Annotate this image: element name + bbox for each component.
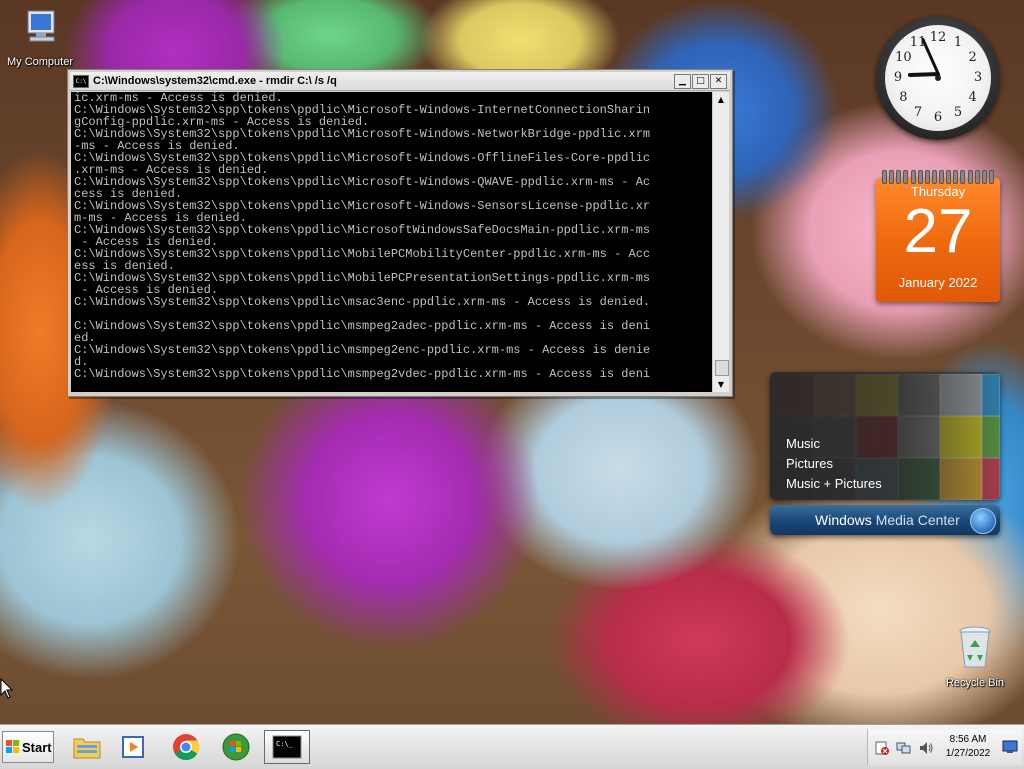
system-tray: 8:56 AM 1/27/2022 xyxy=(867,729,1022,765)
console-line: C:\Windows\System32\spp\tokens\ppdlic\ms… xyxy=(74,367,651,381)
media-menu-music-pictures[interactable]: Music + Pictures xyxy=(786,474,882,494)
clock-number: 5 xyxy=(953,104,963,120)
clock-hour-hand xyxy=(907,72,938,78)
cmd-window[interactable]: C:\ C:\Windows\system32\cmd.exe - rmdir … xyxy=(67,69,733,397)
mouse-cursor-icon xyxy=(0,678,14,699)
windows-logo-icon xyxy=(6,740,20,754)
close-icon: ✕ xyxy=(714,75,723,86)
console-line: C:\Windows\System32\spp\tokens\ppdlic\ms… xyxy=(74,343,651,357)
svg-text:C:\_: C:\_ xyxy=(276,740,294,748)
calendar-day: 27 xyxy=(903,197,973,266)
scroll-thumb[interactable] xyxy=(715,360,729,376)
clock-center xyxy=(935,75,941,81)
close-button[interactable]: ✕ xyxy=(710,73,727,89)
calendar-month-year: January 2022 xyxy=(898,275,978,290)
minimize-button[interactable]: ▁ xyxy=(674,73,691,89)
clock-number: 2 xyxy=(968,50,977,65)
media-center-brand-light: Media Center xyxy=(875,512,960,528)
taskbar-media-player[interactable] xyxy=(116,730,152,764)
network-icon[interactable] xyxy=(896,740,912,756)
clock-number: 7 xyxy=(913,104,923,120)
windows-orb-icon xyxy=(222,733,250,761)
media-menu-music[interactable]: Music xyxy=(786,434,882,454)
clock-number: 10 xyxy=(895,50,912,65)
taskbar-chrome[interactable] xyxy=(168,730,204,764)
clock-gadget[interactable]: 12 1 2 3 4 5 6 7 8 9 10 11 xyxy=(876,16,1000,140)
clock-number: 6 xyxy=(933,110,943,125)
action-center-warning-icon[interactable] xyxy=(874,740,890,756)
taskbar-time: 8:56 AM xyxy=(949,734,987,745)
taskbar-clock[interactable]: 8:56 AM 1/27/2022 xyxy=(942,733,994,761)
maximize-button[interactable]: □ xyxy=(692,73,709,89)
start-button[interactable]: Start xyxy=(2,731,54,763)
clock-number: 8 xyxy=(899,90,908,105)
cmd-app-icon: C:\ xyxy=(73,74,89,88)
media-player-icon xyxy=(122,736,144,758)
my-computer-label: My Computer xyxy=(6,56,74,68)
calendar-page: Thursday 27 January 2022 xyxy=(876,178,1000,302)
chrome-icon xyxy=(173,734,200,761)
console-output[interactable]: ic.xrm-ms - Access is denied. C:\Windows… xyxy=(71,92,713,392)
my-computer-desktop-icon[interactable]: My Computer xyxy=(0,8,80,68)
media-center-brand-bold: Windows xyxy=(815,512,872,528)
media-menu-pictures[interactable]: Pictures xyxy=(786,454,882,474)
media-center-menu: Music Pictures Music + Pictures xyxy=(786,434,882,494)
clock-number: 12 xyxy=(929,30,947,45)
clock-number: 3 xyxy=(973,70,983,85)
start-label: Start xyxy=(22,739,52,755)
calendar-gadget[interactable]: Thursday 27 January 2022 xyxy=(876,170,1000,302)
recycle-bin-icon xyxy=(959,626,991,668)
command-prompt-icon: C:\_ xyxy=(272,735,302,759)
minimize-icon: ▁ xyxy=(679,75,686,86)
scroll-down-arrow-icon[interactable]: ▼ xyxy=(713,377,729,392)
taskbar-cmd[interactable]: C:\_ xyxy=(264,730,310,764)
taskbar-explorer[interactable] xyxy=(69,730,105,764)
console-line: C:\Windows\System32\spp\tokens\ppdlic\ms… xyxy=(74,319,651,333)
maximize-icon: □ xyxy=(696,75,705,86)
show-desktop-icon[interactable] xyxy=(1002,740,1018,754)
clock-face: 12 1 2 3 4 5 6 7 8 9 10 11 xyxy=(885,25,991,131)
media-center-gadget[interactable]: Music Pictures Music + Pictures xyxy=(770,372,1000,500)
volume-icon[interactable] xyxy=(918,740,934,756)
console-line: C:\Windows\System32\spp\tokens\ppdlic\ms… xyxy=(74,295,651,309)
recycle-bin-label: Recycle Bin xyxy=(945,677,1005,689)
taskbar-windows-update[interactable] xyxy=(218,730,254,764)
windows-orb-icon xyxy=(970,508,996,534)
cmd-titlebar[interactable]: C:\ C:\Windows\system32\cmd.exe - rmdir … xyxy=(70,72,730,91)
console-scrollbar[interactable]: ▲ ▼ xyxy=(712,92,729,392)
clock-number: 9 xyxy=(893,70,903,85)
taskbar: Start C:\_ 8:56 AM 1/27/2022 xyxy=(0,724,1024,769)
computer-icon xyxy=(27,10,55,42)
scroll-up-arrow-icon[interactable]: ▲ xyxy=(713,92,729,107)
clock-number: 1 xyxy=(953,35,963,51)
cmd-window-title: C:\Windows\system32\cmd.exe - rmdir C:\ … xyxy=(93,75,337,87)
console-text: ic.xrm-ms - Access is denied. C:\Windows… xyxy=(71,92,713,380)
taskbar-date: 1/27/2022 xyxy=(945,748,991,759)
folder-icon xyxy=(73,738,101,759)
media-center-launch-bar[interactable]: Windows Media Center xyxy=(770,505,1000,535)
recycle-bin-desktop-icon[interactable]: Recycle Bin xyxy=(935,625,1015,689)
clock-number: 4 xyxy=(968,90,977,105)
